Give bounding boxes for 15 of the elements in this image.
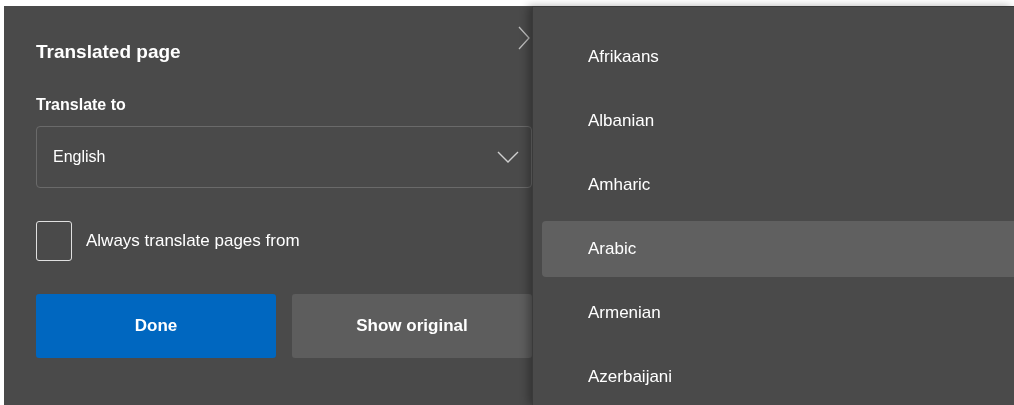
chevron-down-icon (497, 151, 519, 163)
panel-title: Translated page (36, 40, 182, 64)
menu-item[interactable]: Armenian (542, 285, 1014, 341)
field-label: Translate to (36, 95, 126, 115)
menu-item[interactable]: Arabic (542, 221, 1014, 277)
checkbox[interactable] (36, 221, 72, 261)
menu-item[interactable]: Afrikaans (542, 29, 1014, 85)
show-original-button[interactable]: Show original (292, 294, 532, 358)
menu-item[interactable]: Albanian (542, 93, 1014, 149)
language-select[interactable]: English (36, 126, 532, 188)
menu-item[interactable]: Azerbaijani (542, 349, 1014, 405)
menu-item[interactable]: Amharic (542, 157, 1014, 213)
done-button[interactable]: Done (36, 294, 276, 358)
checkbox-label: Always translate pages from (86, 230, 300, 253)
chevron-right-icon (518, 26, 530, 50)
